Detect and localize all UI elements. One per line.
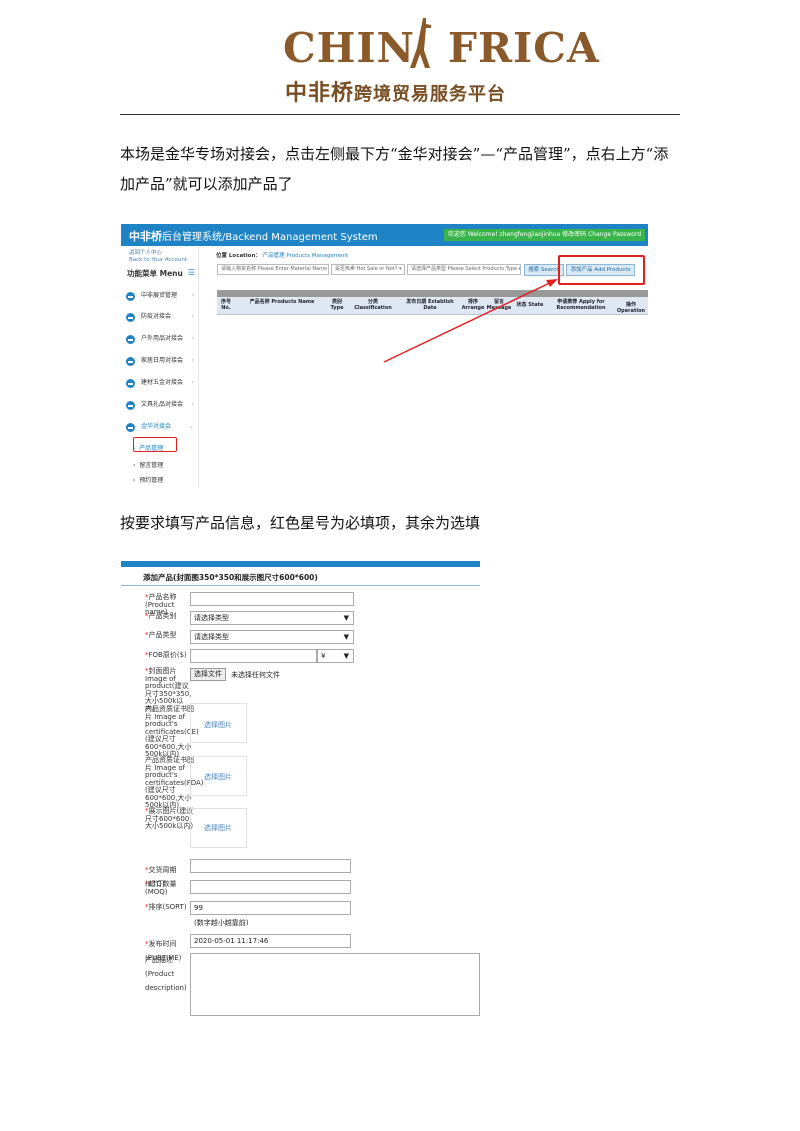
choose-image-button[interactable]: 选择图片 xyxy=(204,823,232,833)
col-type: 类别 Type xyxy=(330,299,344,311)
form-title: 添加产品(封面图350*350和展示图尺寸600*600) xyxy=(143,573,318,582)
highlight-box-add-products xyxy=(558,255,645,285)
moq-input[interactable] xyxy=(190,880,351,894)
sidebar-item[interactable]: 家居日用对接会 › xyxy=(126,354,198,368)
product-type-select[interactable]: 请选择产品类型 Please Select Products Type ▾ xyxy=(407,264,521,275)
highlight-box-products xyxy=(133,437,177,452)
label-sort: *排序(SORT) xyxy=(145,903,187,911)
col-operation: 操作 Operation xyxy=(616,302,646,314)
backend-screenshot: 中非桥后台管理系统/Backend Management System 欢迎您 … xyxy=(121,224,648,488)
type-select[interactable]: 请选择类型 ▼ xyxy=(190,630,354,644)
minus-circle-icon xyxy=(126,357,135,366)
choose-image-button[interactable]: 选择图片 xyxy=(204,720,232,730)
sidebar-sub-messages[interactable]: › 留言管理 xyxy=(133,460,163,469)
header-divider xyxy=(120,114,680,115)
label-description: 产品描述(Product description) xyxy=(145,956,187,992)
backend-title: 中非桥后台管理系统/Backend Management System xyxy=(129,230,378,243)
etd-input[interactable] xyxy=(190,859,351,873)
label-type: *产品类型 xyxy=(145,631,177,639)
sidebar-item[interactable]: 防疫对接会 › xyxy=(126,310,198,324)
table-toolbar xyxy=(217,290,648,297)
form-title-divider xyxy=(121,585,480,586)
product-name-input[interactable] xyxy=(190,592,354,606)
pubtime-input[interactable]: 2020-05-01 11:17:46 xyxy=(190,934,351,948)
sort-input[interactable]: 99 xyxy=(190,901,351,915)
logo-wordmark: CHINAFRICA xyxy=(283,24,600,72)
sidebar-item[interactable]: 户外用品对接会 › xyxy=(126,332,198,346)
backend-header-bar: 中非桥后台管理系统/Backend Management System 欢迎您 … xyxy=(121,224,648,246)
sidebar-item[interactable]: 建材五金对接会 › xyxy=(126,376,198,390)
form-top-bar xyxy=(121,561,480,567)
category-select[interactable]: 请选择类型 ▼ xyxy=(190,611,354,625)
sidebar-item[interactable]: 中非展贸管理 › xyxy=(126,289,198,303)
back-to-account-link[interactable]: 返回个人中心 Back to Your Account xyxy=(129,250,187,264)
sidebar-item-jinhua[interactable]: 金华对接会 ⌄ xyxy=(126,420,198,434)
add-product-form-screenshot: 添加产品(封面图350*350和展示图尺寸600*600) *产品名称(Prod… xyxy=(121,561,480,1016)
intro-paragraph: 本场是金华专场对接会，点击左侧最下方“金华对接会”—“产品管理”，点右上方“添加… xyxy=(120,145,669,193)
choose-image-button[interactable]: 选择图片 xyxy=(204,772,232,782)
col-classification: 分类 Classification xyxy=(354,299,392,311)
col-message: 留言 Message xyxy=(486,299,512,311)
minus-circle-icon xyxy=(126,292,135,301)
menu-title: 功能菜单 Menu ☰ xyxy=(127,268,195,278)
description-textarea[interactable] xyxy=(190,953,480,1016)
minus-circle-icon xyxy=(126,401,135,410)
minus-circle-icon xyxy=(126,335,135,344)
material-search-input[interactable]: 请输入物资名称 Please Enter Material Name xyxy=(217,264,329,275)
backend-sidebar: 返回个人中心 Back to Your Account 功能菜单 Menu ☰ … xyxy=(121,246,199,488)
minus-circle-icon xyxy=(126,313,135,322)
sidebar-sub-appointments[interactable]: › 预约管理 xyxy=(133,475,163,484)
sort-note: (数字越小越靠前) xyxy=(194,919,249,927)
col-state: 状态 State xyxy=(516,302,544,308)
sidebar-item[interactable]: 文具礼品对接会 › xyxy=(126,398,198,412)
col-no: 序号 No. xyxy=(220,299,231,311)
menu-toggle-icon[interactable]: ☰ xyxy=(188,268,195,277)
fob-price-input[interactable] xyxy=(190,649,317,663)
minus-circle-icon xyxy=(126,423,135,432)
label-moq: *起订数量(MOQ) xyxy=(145,880,177,896)
label-category: *产品类别 xyxy=(145,612,177,620)
choose-file-button[interactable]: 选择文件 xyxy=(190,668,226,681)
giraffe-icon xyxy=(410,18,431,68)
fill-instructions: 按要求填写产品信息，红色星号为必填项，其余为选填 xyxy=(120,514,481,532)
products-table-header: 序号 No. 产品名称 Products Name 类别 Type 分类 Cla… xyxy=(217,297,648,315)
col-arrange: 排序 Arrange xyxy=(461,299,485,311)
minus-circle-icon xyxy=(126,379,135,388)
currency-select[interactable]: ¥ ▼ xyxy=(317,649,354,663)
chinafrica-logo: CHINAFRICA 中非桥跨境贸易服务平台 xyxy=(283,18,599,106)
logo-tagline: 中非桥跨境贸易服务平台 xyxy=(285,81,507,106)
col-establish-date: 发布日期 Establish Date xyxy=(406,299,454,311)
breadcrumb: 位置 Location： 产品管理 Products Management xyxy=(216,253,349,259)
no-file-text: 未选择任何文件 xyxy=(231,671,280,679)
welcome-badge[interactable]: 欢迎您 Welcome! zhengfengjiaojinhua 修改密码 Ch… xyxy=(443,229,645,241)
hot-sale-select[interactable]: 是否热卖 Hot Sale or Not? ▾ xyxy=(331,264,405,275)
col-recommendation: 申请推荐 Apply for Recommendation xyxy=(556,299,606,311)
col-name: 产品名称 Products Name xyxy=(249,299,315,305)
